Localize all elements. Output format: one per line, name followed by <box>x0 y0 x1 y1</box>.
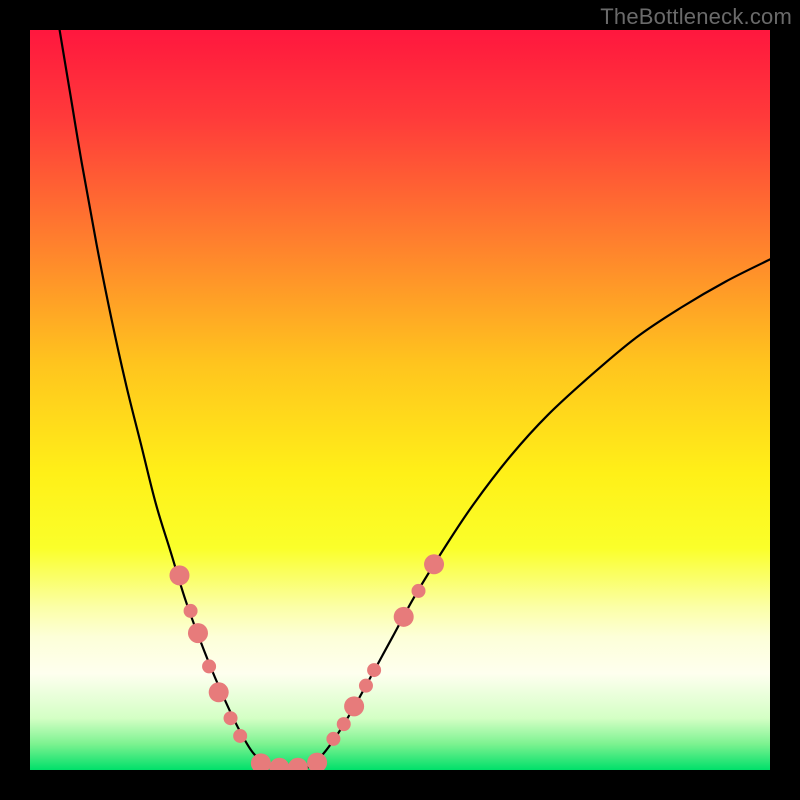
data-marker <box>209 682 229 702</box>
curve-layer <box>30 30 770 770</box>
data-marker <box>367 663 381 677</box>
plot-area <box>30 30 770 770</box>
data-marker <box>184 604 198 618</box>
data-marker <box>424 554 444 574</box>
data-marker <box>326 732 340 746</box>
data-marker <box>412 584 426 598</box>
data-marker <box>337 717 351 731</box>
data-marker <box>169 565 189 585</box>
data-marker <box>307 753 327 770</box>
data-marker <box>359 679 373 693</box>
data-marker <box>224 711 238 725</box>
data-marker <box>344 696 364 716</box>
data-marker <box>188 623 208 643</box>
bottleneck-curve <box>60 30 770 770</box>
data-marker <box>251 753 271 770</box>
data-marker <box>233 729 247 743</box>
data-marker <box>288 758 308 770</box>
data-marker <box>202 659 216 673</box>
data-marker <box>394 607 414 627</box>
chart-frame: TheBottleneck.com <box>0 0 800 800</box>
data-marker <box>269 758 289 770</box>
watermark-text: TheBottleneck.com <box>600 4 792 30</box>
